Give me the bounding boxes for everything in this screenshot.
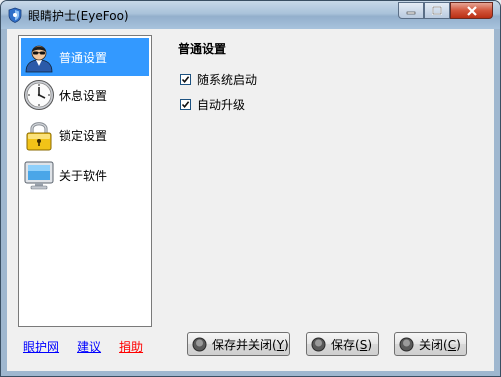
app-window: 眼睛护士(EyeFoo) 普通设置 休息设置 锁定设置 关于软件 普通设置 随系… xyxy=(0,0,501,377)
sidebar-item-label: 锁定设置 xyxy=(59,128,108,143)
startup-checkbox-row[interactable]: 随系统启动 xyxy=(180,71,257,88)
close-icon xyxy=(466,5,477,16)
save-and-close-button[interactable]: 保存并关闭(Y) xyxy=(187,332,290,356)
button-bullet-icon xyxy=(192,337,207,351)
sidebar: 普通设置 休息设置 锁定设置 关于软件 xyxy=(18,35,152,327)
sidebar-item-about[interactable]: 关于软件 xyxy=(21,156,149,194)
minimize-icon xyxy=(406,11,416,14)
sidebar-item-label: 关于软件 xyxy=(59,168,108,183)
maximize-icon xyxy=(432,6,442,15)
button-bullet-icon xyxy=(311,337,326,351)
padlock-icon xyxy=(26,122,52,151)
sidebar-item-label: 普通设置 xyxy=(59,50,108,65)
window-title: 眼睛护士(EyeFoo) xyxy=(28,9,129,23)
window-controls xyxy=(398,2,493,19)
maximize-button[interactable] xyxy=(424,2,450,19)
checkmark-icon xyxy=(181,101,190,109)
startup-checkbox-label: 随系统启动 xyxy=(197,73,258,87)
save-and-close-label: 保存并关闭(Y) xyxy=(212,337,289,352)
close-button[interactable]: 关闭(C) xyxy=(394,332,467,356)
close-label: 关闭(C) xyxy=(419,337,461,352)
minimize-button[interactable] xyxy=(398,2,424,19)
user-avatar-icon xyxy=(25,45,53,73)
eyecare-site-link[interactable]: 眼护网 xyxy=(23,338,59,355)
close-window-button[interactable] xyxy=(450,2,493,19)
feedback-link[interactable]: 建议 xyxy=(77,338,101,355)
donate-link[interactable]: 捐助 xyxy=(119,338,143,355)
section-title: 普通设置 xyxy=(178,42,227,56)
sidebar-item-general[interactable]: 普通设置 xyxy=(21,38,149,76)
clock-icon xyxy=(24,80,54,110)
sidebar-item-label: 休息设置 xyxy=(59,88,108,103)
shield-app-icon xyxy=(8,7,22,23)
title-bar[interactable]: 眼睛护士(EyeFoo) xyxy=(1,1,500,29)
checkmark-icon xyxy=(181,76,190,84)
startup-checkbox[interactable] xyxy=(180,74,191,85)
auto-update-checkbox[interactable] xyxy=(180,99,191,110)
auto-update-checkbox-label: 自动升级 xyxy=(197,98,246,112)
dialog-body: 普通设置 休息设置 锁定设置 关于软件 普通设置 随系统启动 自动升级 眼护网 … xyxy=(7,29,494,371)
save-label: 保存(S) xyxy=(331,337,372,352)
save-button[interactable]: 保存(S) xyxy=(306,332,379,356)
monitor-icon xyxy=(24,161,54,190)
sidebar-item-rest[interactable]: 休息设置 xyxy=(21,76,149,114)
auto-update-checkbox-row[interactable]: 自动升级 xyxy=(180,96,245,113)
footer-links: 眼护网 建议 捐助 xyxy=(23,338,161,355)
sidebar-item-lock[interactable]: 锁定设置 xyxy=(21,116,149,154)
button-bullet-icon xyxy=(399,337,414,351)
